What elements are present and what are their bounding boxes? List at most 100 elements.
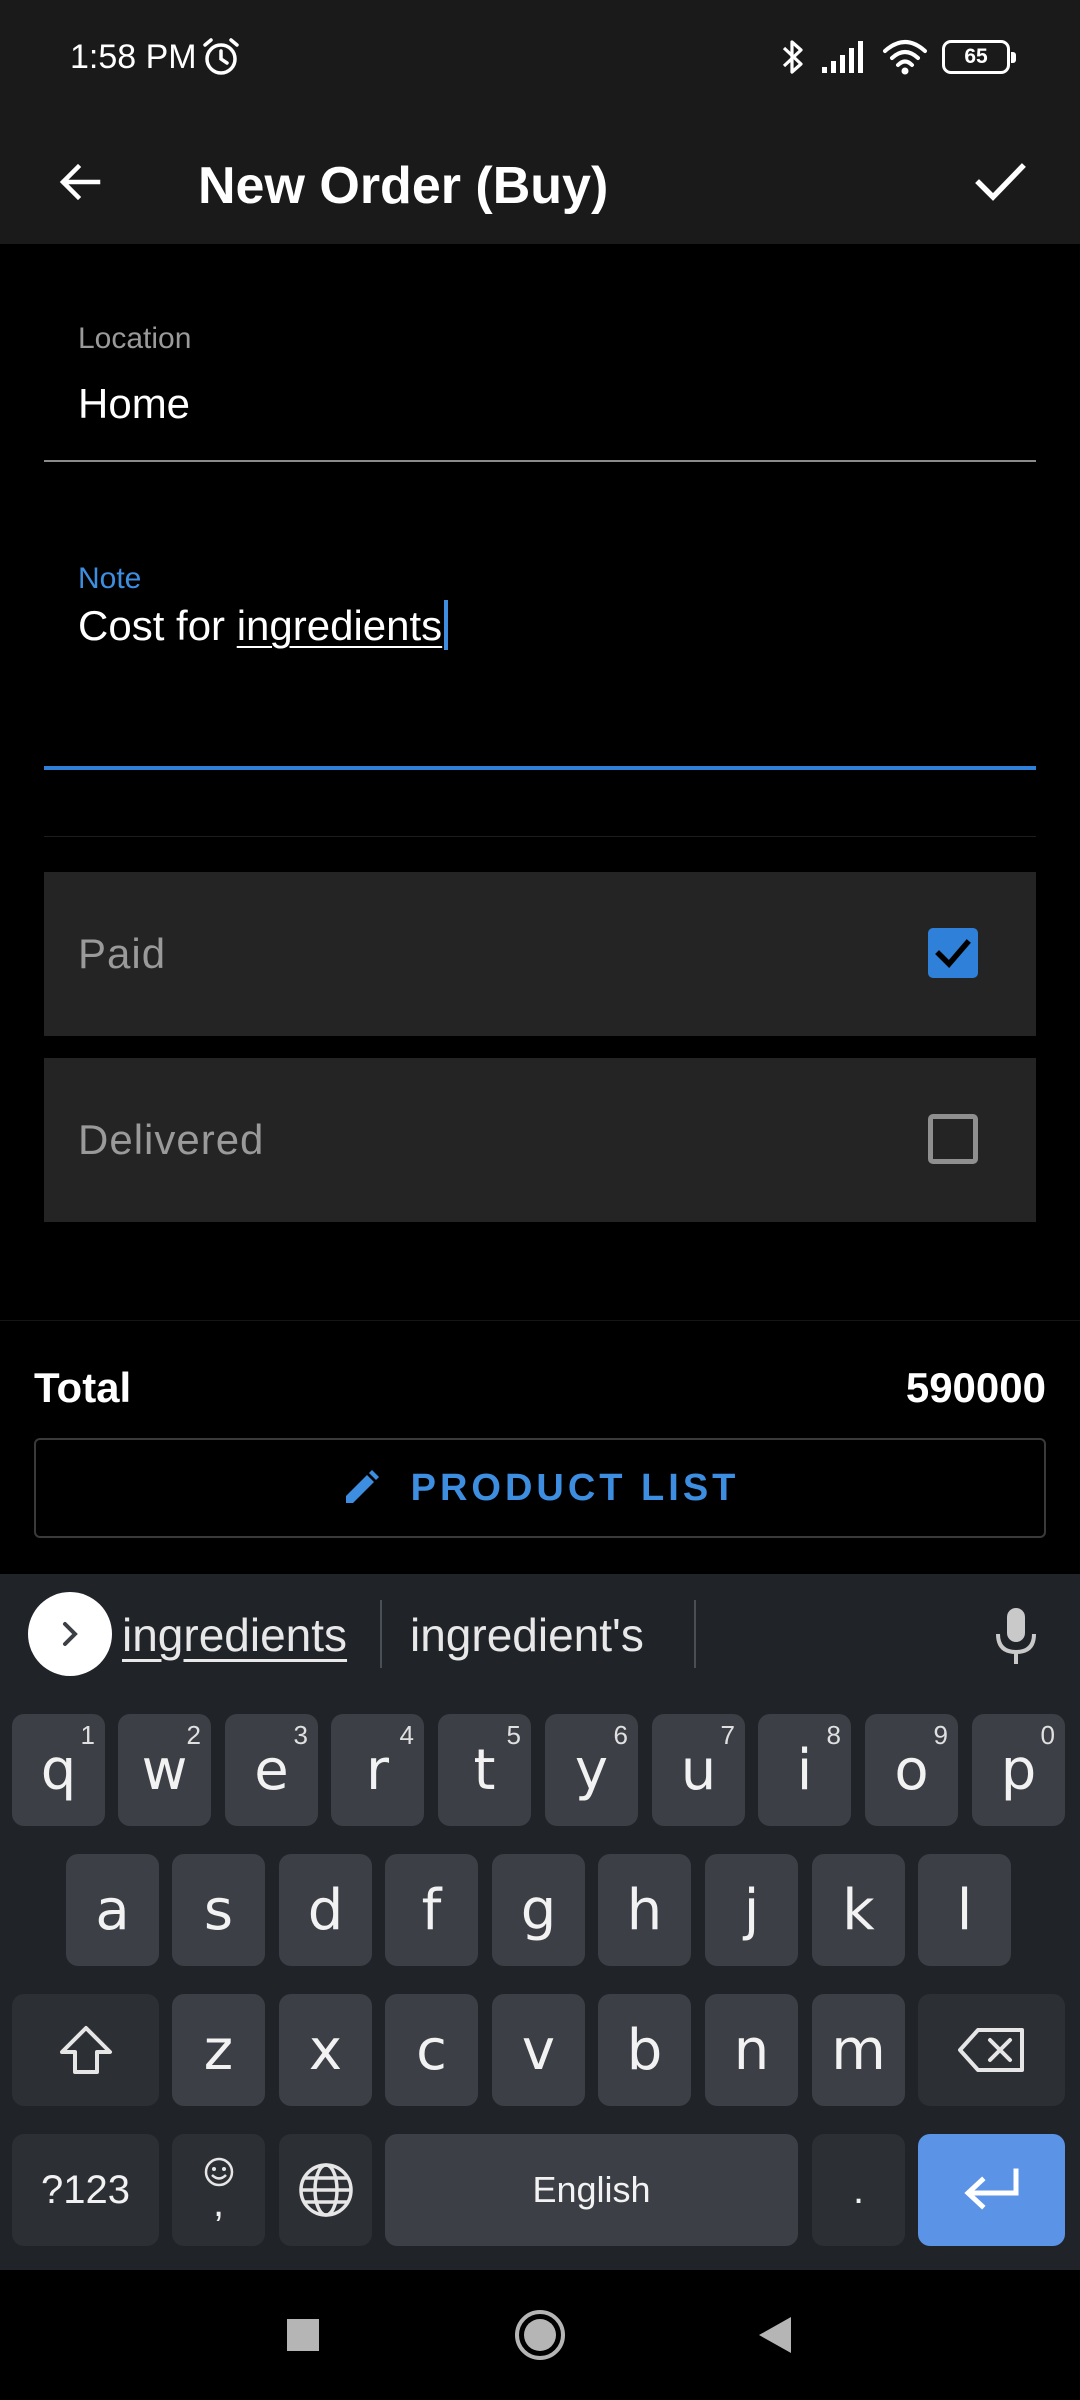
key-char: m <box>831 2017 886 2083</box>
backspace-icon <box>957 2028 1024 2072</box>
checkmark-icon <box>935 939 971 969</box>
delivered-checkbox[interactable] <box>928 1114 978 1164</box>
note-field[interactable]: Note Cost for ingredients <box>44 540 1036 770</box>
home-circle-icon <box>515 2310 565 2360</box>
period-key[interactable]: . <box>812 2134 905 2246</box>
suggestion-1[interactable]: ingredients <box>122 1608 347 1662</box>
key-k[interactable]: k <box>812 1854 905 1966</box>
page-title: New Order (Buy) <box>198 157 609 215</box>
key-hint: 6 <box>613 1720 628 1750</box>
key-char: g <box>520 1877 557 1943</box>
key-char: c <box>416 2017 447 2083</box>
key-hint: 4 <box>399 1720 414 1750</box>
key-char: u <box>680 1737 717 1803</box>
key-char: z <box>203 2017 234 2083</box>
backspace-key[interactable] <box>918 1994 1065 2106</box>
location-label: Location <box>78 322 192 355</box>
nav-back-button[interactable] <box>740 2300 810 2370</box>
status-bar: 1:58 PM 65 <box>0 0 1080 120</box>
key-char: h <box>626 1877 663 1943</box>
key-g[interactable]: g <box>492 1854 585 1966</box>
key-z[interactable]: z <box>172 1994 265 2106</box>
key-char: o <box>894 1737 929 1803</box>
suggestion-separator <box>380 1600 382 1668</box>
key-j[interactable]: j <box>705 1854 798 1966</box>
note-input[interactable]: Cost for ingredients <box>78 600 449 650</box>
suggestion-expand-button[interactable] <box>28 1592 112 1676</box>
paid-checkbox[interactable] <box>928 928 978 978</box>
key-y[interactable]: y6 <box>545 1714 638 1826</box>
key-n[interactable]: n <box>705 1994 798 2106</box>
suggestion-2[interactable]: ingredient's <box>410 1608 644 1662</box>
key-char: t <box>473 1737 496 1803</box>
battery-icon: 65 <box>942 40 1016 74</box>
key-a[interactable]: a <box>66 1854 159 1966</box>
recents-button[interactable] <box>268 2300 338 2370</box>
paid-row[interactable]: Paid <box>44 872 1036 1036</box>
back-button[interactable] <box>40 142 120 222</box>
space-key[interactable]: English <box>385 2134 798 2246</box>
key-char: k <box>842 1877 875 1943</box>
alarm-icon <box>203 38 239 75</box>
key-char: x <box>308 2017 343 2083</box>
enter-key[interactable] <box>918 2134 1065 2246</box>
divider <box>44 836 1036 837</box>
suggestion-separator <box>694 1600 696 1668</box>
symbols-key[interactable]: ?123 <box>12 2134 159 2246</box>
note-label: Note <box>78 562 142 595</box>
key-char: r <box>365 1737 390 1803</box>
key-t[interactable]: t5 <box>438 1714 531 1826</box>
key-char: j <box>743 1877 760 1943</box>
key-i[interactable]: i8 <box>758 1714 851 1826</box>
paid-label: Paid <box>78 930 167 977</box>
key-r[interactable]: r4 <box>331 1714 424 1826</box>
key-m[interactable]: m <box>812 1994 905 2106</box>
enter-icon <box>963 2168 1018 2210</box>
key-char: f <box>421 1877 442 1943</box>
key-h[interactable]: h <box>598 1854 691 1966</box>
key-char: p <box>1000 1737 1037 1803</box>
key-f[interactable]: f <box>385 1854 478 1966</box>
key-c[interactable]: c <box>385 1994 478 2106</box>
language-key[interactable] <box>279 2134 372 2246</box>
product-list-label: PRODUCT LIST <box>410 1466 740 1509</box>
total-value: 590000 <box>905 1364 1046 1411</box>
key-o[interactable]: o9 <box>865 1714 958 1826</box>
delivered-row[interactable]: Delivered <box>44 1058 1036 1222</box>
key-char: w <box>141 1737 188 1803</box>
voice-input-button[interactable] <box>986 1602 1046 1672</box>
check-icon <box>975 163 1026 201</box>
signal-icon <box>822 41 863 73</box>
period-char: . <box>852 2167 865 2212</box>
key-char: i <box>796 1737 813 1803</box>
key-p[interactable]: p0 <box>972 1714 1065 1826</box>
home-button[interactable] <box>505 2300 575 2370</box>
key-w[interactable]: w2 <box>118 1714 211 1826</box>
symbols-label: ?123 <box>41 2167 130 2212</box>
shift-key[interactable] <box>12 1994 159 2106</box>
key-s[interactable]: s <box>172 1854 265 1966</box>
key-b[interactable]: b <box>598 1994 691 2106</box>
battery-level: 65 <box>964 45 988 68</box>
key-v[interactable]: v <box>492 1994 585 2106</box>
save-button[interactable] <box>960 142 1040 222</box>
text-cursor <box>444 600 449 650</box>
note-text-composing: ingredients <box>236 602 443 649</box>
key-d[interactable]: d <box>279 1854 372 1966</box>
key-char: e <box>254 1737 289 1803</box>
divider <box>0 1320 1080 1321</box>
product-list-button[interactable]: PRODUCT LIST <box>34 1438 1046 1538</box>
key-q[interactable]: q1 <box>12 1714 105 1826</box>
shift-icon <box>59 2026 112 2074</box>
navigation-bar <box>0 2270 1080 2400</box>
bluetooth-icon <box>782 40 803 74</box>
location-field[interactable]: Location Home <box>44 300 1036 462</box>
key-e[interactable]: e3 <box>225 1714 318 1826</box>
chevron-right-icon <box>63 1622 78 1646</box>
comma-key[interactable]: , <box>172 2134 265 2246</box>
location-value: Home <box>78 380 191 427</box>
key-u[interactable]: u7 <box>652 1714 745 1826</box>
note-text: Cost for <box>78 602 237 649</box>
key-x[interactable]: x <box>279 1994 372 2106</box>
key-l[interactable]: l <box>918 1854 1011 1966</box>
